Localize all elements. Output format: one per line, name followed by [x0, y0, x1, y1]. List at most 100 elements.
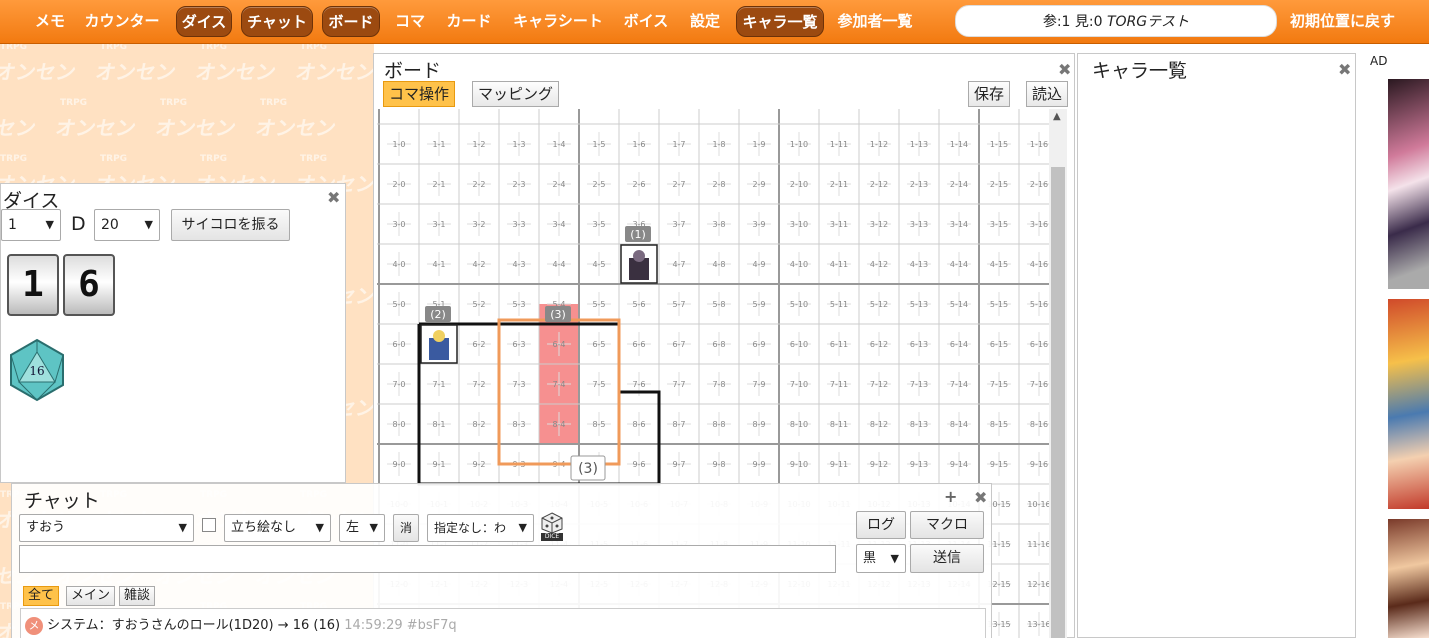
room-name: TORGテスト — [1107, 14, 1190, 30]
background-logo-small: TRPG — [160, 98, 188, 108]
dice-count-value: 1 — [8, 217, 17, 233]
log-badge: メ — [25, 617, 43, 635]
macro-button[interactable]: マクロ — [910, 511, 984, 539]
menu-memo[interactable]: メモ — [30, 6, 70, 37]
board-cell-label: 4-16 — [1030, 260, 1048, 269]
portrait-side-select[interactable]: 左 ▼ — [339, 514, 385, 542]
board-cell-label: 3-11 — [830, 220, 848, 229]
board-cell-label: 5-15 — [990, 300, 1008, 309]
ad-image[interactable] — [1388, 519, 1429, 638]
board-cell-label: 8-14 — [950, 420, 968, 429]
board-cell-label: 2-10 — [790, 180, 808, 189]
board-cell-label: 8-3 — [512, 420, 525, 429]
board-scrollbar[interactable]: ▲ — [1049, 109, 1067, 638]
board-cell-label: 1-3 — [512, 140, 525, 149]
background-logo: TRPG オンセン — [290, 44, 374, 94]
text-color-select[interactable]: 黒 ▼ — [856, 544, 906, 573]
board-cell-label: 5-14 — [950, 300, 968, 309]
plus-icon[interactable]: + — [944, 487, 957, 506]
save-button[interactable]: 保存 — [968, 81, 1011, 107]
menu-charsheet[interactable]: キャラシート — [508, 6, 608, 37]
board-cell-label: 9-0 — [392, 460, 405, 469]
close-icon[interactable]: ✖ — [327, 188, 340, 207]
menu-dice[interactable]: ダイス — [176, 6, 232, 37]
piece-label: (1) — [630, 228, 646, 241]
board-cell-label: 3-8 — [712, 220, 725, 229]
dice-count-select[interactable]: 1 ▼ — [1, 209, 61, 241]
menu-participants[interactable]: 参加者一覧 — [832, 6, 918, 37]
board-cell-label: 5-10 — [790, 300, 808, 309]
scrollbar-thumb[interactable] — [1051, 167, 1065, 638]
board-cell-label: 8-2 — [472, 420, 485, 429]
menu-counter[interactable]: カウンター — [80, 6, 164, 37]
board-cell-label: 1-0 — [392, 140, 405, 149]
board-cell-label: 3-14 — [950, 220, 968, 229]
menu-chat[interactable]: チャット — [241, 6, 313, 37]
log-text: システム：すおうさんのロール(1D20) → 16 (16) — [47, 618, 341, 633]
board-cell-label: 4-13 — [910, 260, 928, 269]
tab-koma-operation[interactable]: コマ操作 — [383, 81, 456, 107]
chat-tab-main[interactable]: メイン — [66, 586, 116, 606]
close-icon[interactable]: ✖ — [1058, 60, 1071, 79]
menu-board[interactable]: ボード — [322, 6, 380, 37]
chat-tab-all[interactable]: 全て — [23, 586, 60, 606]
background-logo: TRPG オンセン — [0, 44, 100, 94]
board-cell-label: 1-1 — [432, 140, 445, 149]
board-cell-label: 7-4 — [552, 380, 565, 389]
erase-button[interactable]: 消 — [393, 514, 419, 542]
menu-charlist[interactable]: キャラ一覧 — [736, 6, 824, 37]
close-icon[interactable]: ✖ — [1338, 60, 1351, 79]
piece-label: (3) — [550, 308, 566, 321]
board-cell-label: 2-6 — [632, 180, 645, 189]
background-logo-word: オンセン — [253, 116, 338, 140]
chat-message-input[interactable] — [19, 545, 836, 573]
chat-checkbox[interactable] — [202, 518, 216, 532]
board-cell-label: 3-0 — [392, 220, 405, 229]
board-cell-label: 4-7 — [672, 260, 685, 269]
background-logo-small: TRPG — [100, 44, 128, 52]
ad-image[interactable] — [1388, 79, 1429, 289]
board-cell-label: 8-10 — [790, 420, 808, 429]
dice-bot-icon[interactable]: DICE — [541, 512, 563, 542]
board-cell-label: 7-0 — [392, 380, 405, 389]
send-button[interactable]: 送信 — [910, 544, 984, 573]
piece-head — [433, 330, 445, 342]
d-label: D — [71, 213, 86, 235]
board-cell-label: 7-10 — [790, 380, 808, 389]
dice-cube-icon — [541, 512, 563, 534]
board-cell-label: 9-12 — [870, 460, 888, 469]
ad-image[interactable] — [1388, 299, 1429, 509]
background-logo-word: オンセン — [93, 60, 178, 84]
log-button[interactable]: ログ — [856, 511, 906, 539]
roll-dice-button[interactable]: サイコロを振る — [171, 209, 290, 241]
d20-icon: 16 — [10, 338, 64, 402]
scroll-up-icon[interactable]: ▲ — [1053, 111, 1061, 122]
chat-target-select[interactable]: 指定なし：わ ▼ — [427, 514, 534, 542]
close-icon[interactable]: ✖ — [974, 488, 987, 507]
menu-koma[interactable]: コマ — [388, 6, 432, 37]
menu-voice[interactable]: ボイス — [618, 6, 674, 37]
reset-position-button[interactable]: 初期位置に戻す — [1290, 6, 1395, 37]
board-cell-label: 5-16 — [1030, 300, 1048, 309]
tab-mapping[interactable]: マッピング — [472, 81, 560, 107]
board-cell-label: 8-8 — [712, 420, 725, 429]
chat-tab-chatter[interactable]: 雑談 — [119, 586, 156, 606]
board-cell-label: 7-8 — [712, 380, 725, 389]
board-cell-label: 2-16 — [1030, 180, 1048, 189]
board-cell-label: 5-6 — [632, 300, 645, 309]
board-cell-label: 6-6 — [632, 340, 645, 349]
board-cell-label: 3-9 — [752, 220, 765, 229]
board-cell-label: 6-16 — [1030, 340, 1048, 349]
board-cell-label: 7-7 — [672, 380, 685, 389]
board-cell-label: 7-2 — [472, 380, 485, 389]
load-button[interactable]: 読込 — [1026, 81, 1069, 107]
menu-settings[interactable]: 設定 — [684, 6, 726, 37]
board-cell-label: 4-5 — [592, 260, 605, 269]
chat-name-select[interactable]: すおう ▼ — [19, 514, 194, 542]
room-counts: 参:1 見:0 — [1042, 14, 1103, 30]
dice-sides-select[interactable]: 20 ▼ — [94, 209, 160, 241]
board-cell-label: 2-9 — [752, 180, 765, 189]
board-cell-label: 9-11 — [830, 460, 848, 469]
portrait-select[interactable]: 立ち絵なし ▼ — [224, 514, 331, 542]
menu-card[interactable]: カード — [440, 6, 498, 37]
